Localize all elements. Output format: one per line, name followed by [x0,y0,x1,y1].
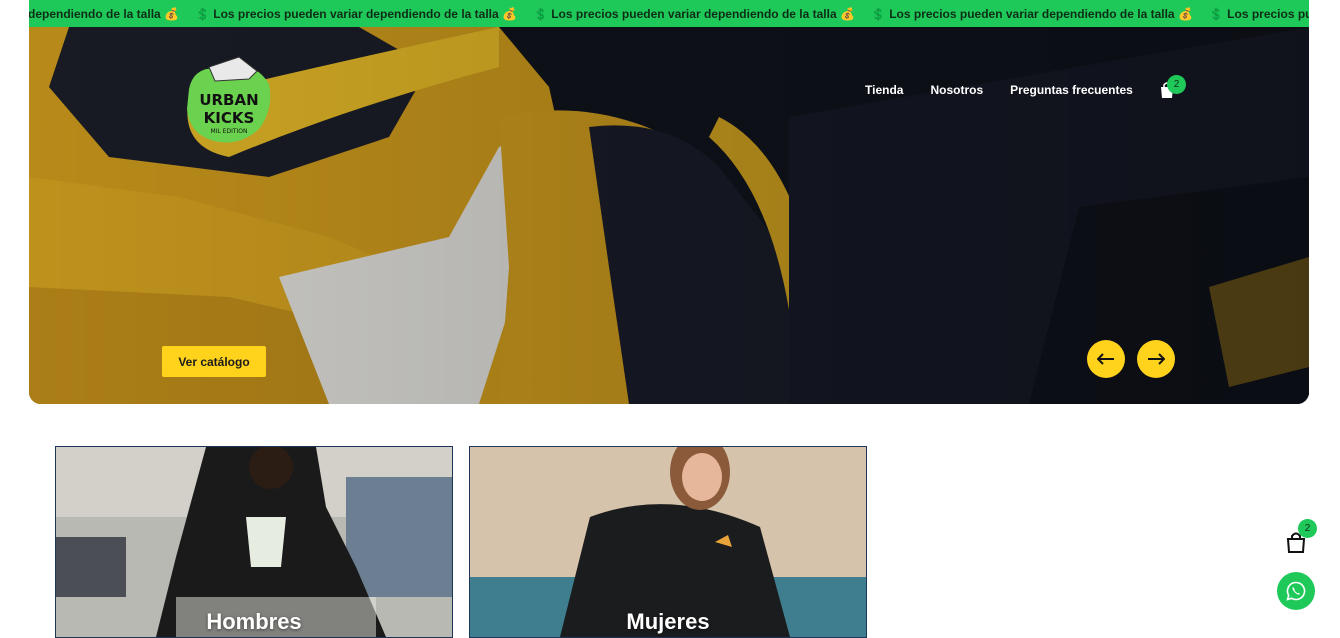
category-card-hombres[interactable]: Hombres [55,446,453,638]
slider-prev-button[interactable] [1087,340,1125,378]
hero-banner: URBAN KICKS MIL EDITION Tienda Nosotros … [29,27,1309,404]
arrow-left-icon [1097,353,1114,365]
slider-next-button[interactable] [1137,340,1175,378]
ticker-item: 💲 Los precios pueden variar dependiendo … [870,6,1193,21]
whatsapp-icon [1286,581,1306,601]
brand-logo[interactable]: URBAN KICKS MIL EDITION [179,49,279,149]
category-card-mujeres[interactable]: Mujeres [469,446,867,638]
view-catalog-button[interactable]: Ver catálogo [162,346,266,377]
ticker-item: 💲 Los precios pueden variar dependiendo … [194,6,517,21]
nav-link-faq[interactable]: Preguntas frecuentes [1010,83,1133,97]
arrow-right-icon [1148,353,1165,365]
main-nav: Tienda Nosotros Preguntas frecuentes [865,83,1133,97]
nav-link-tienda[interactable]: Tienda [865,83,903,97]
ticker-item: r dependiendo de la talla 💰 [29,6,179,21]
whatsapp-button[interactable] [1277,572,1315,610]
announcement-ticker: r dependiendo de la talla 💰 💲 Los precio… [29,0,1309,27]
ticker-item: 💲 Los precios pueden variar dependiendo … [532,6,855,21]
cart-count-badge: 2 [1167,75,1186,94]
category-label: Hombres [206,609,302,634]
floating-cart-count-badge: 2 [1298,519,1317,538]
ticker-item: 💲 Los precios pue [1208,6,1309,21]
svg-text:KICKS: KICKS [204,109,255,127]
nav-link-nosotros[interactable]: Nosotros [930,83,983,97]
svg-text:URBAN: URBAN [199,91,258,109]
svg-text:MIL EDITION: MIL EDITION [210,128,247,135]
category-label: Mujeres [626,609,710,634]
